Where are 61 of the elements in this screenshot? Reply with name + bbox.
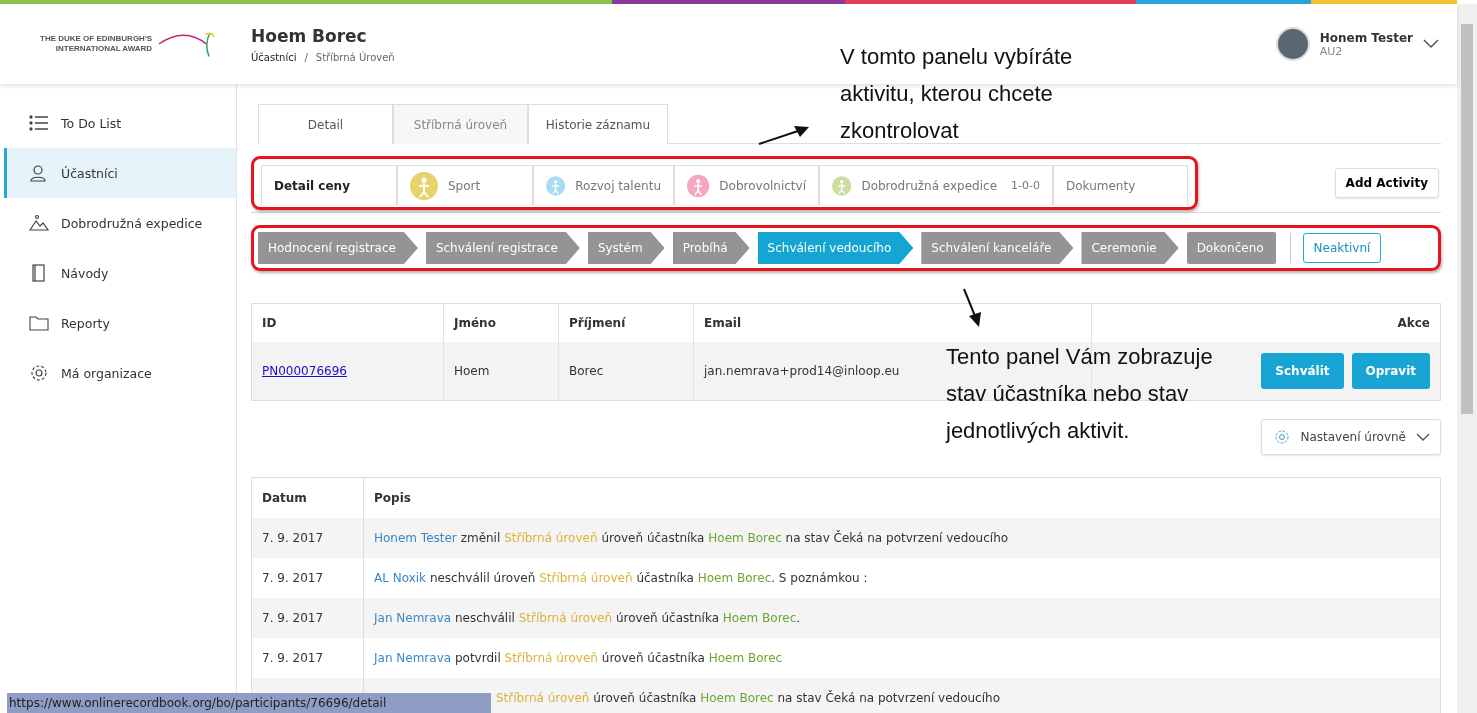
chevron-down-icon [1416, 432, 1430, 442]
sidebar-item[interactable]: Dobrodružná expedice [4, 198, 236, 248]
sidebar-item[interactable]: Návody [4, 248, 236, 298]
table-cell: Borec [559, 342, 694, 400]
annotation-arrow [962, 288, 984, 328]
date-cell: 7. 9. 2017 [262, 651, 324, 665]
settings-icon [1274, 429, 1291, 445]
breadcrumb-separator: / [304, 51, 308, 63]
activity-tab[interactable]: Dobrovolnictví [674, 165, 819, 205]
activity-tab[interactable]: Detail ceny [261, 165, 397, 205]
tab[interactable]: Detail [258, 104, 393, 144]
date-cell: 7. 9. 2017 [262, 571, 324, 585]
level-settings-dropdown[interactable]: Nastavení úrovně [1261, 419, 1441, 455]
sidebar-item[interactable]: To Do List [4, 98, 236, 148]
status-step: Schválení registrace [425, 232, 580, 264]
date-cell: 7. 9. 2017 [262, 531, 324, 545]
sidebar-item[interactable]: Reporty [4, 298, 236, 348]
table-cell: Hoem [444, 342, 559, 400]
activity-tab[interactable]: Dokumenty [1053, 165, 1188, 205]
status-step: Systém [587, 232, 665, 264]
folder-icon [29, 314, 49, 332]
participant-id-link[interactable]: PN000076696 [262, 364, 347, 378]
annotation-arrow [758, 124, 810, 146]
status-step: Probíhá [672, 232, 750, 264]
status-step: Schválení vedoucího [757, 232, 914, 264]
avatar-icon [1275, 27, 1310, 61]
history-entry: AL Noxik neschválil úroveň Stříbrná úroveň účastníka Hoem Borec. S poznámkou : [374, 571, 868, 585]
logo-text: THE DUKE OF EDINBURGH'S [40, 34, 153, 44]
activity-tab[interactable]: Sport [397, 165, 533, 205]
annotation-text: V tomto panelu vybíráte aktivitu, kterou chcete zkontrolovat [840, 43, 1074, 145]
status-step: Schválení kanceláře [921, 232, 1074, 264]
date-cell: 7. 9. 2017 [262, 611, 324, 625]
breadcrumb-link[interactable]: Účastníci [251, 51, 297, 63]
sidebar-item[interactable]: Účastníci [4, 148, 236, 198]
history-entry: Stříbrná úroveň úroveň účastníka Hoem Borec na stav Čeká na potvrzení vedoucího [496, 691, 1000, 705]
status-bar-url: https://www.onlinerecordbook.org/bo/participants/76696/detail [7, 693, 491, 713]
status-step: Ceremonie [1081, 232, 1179, 264]
chevron-down-icon [1423, 39, 1439, 49]
mountain-icon [29, 214, 49, 232]
activity-tab[interactable]: Dobrodružná expedice 1-0-0 [819, 165, 1053, 205]
sidebar-item[interactable]: Má organizace [4, 348, 236, 398]
settings-icon [29, 364, 49, 382]
person-icon [29, 164, 49, 182]
column-header: Popis [373, 491, 412, 505]
activity-tab[interactable]: Rozvoj talentu [533, 165, 674, 205]
column-header: Akce [1396, 315, 1431, 332]
status-step: Hodnocení registrace [258, 232, 418, 264]
history-entry: Jan Nemrava neschválil Stříbrná úroveň úroveň účastníka Hoem Borec. [374, 611, 801, 625]
user-menu[interactable]: Honem Tester AU2 [1275, 27, 1439, 61]
activity-figure-icon [410, 171, 438, 200]
add-activity-button[interactable]: Add Activity [1334, 168, 1439, 198]
history-entry: Jan Nemrava potvrdil Stříbrná úroveň úroveň účastníka Hoem Borec [374, 651, 783, 665]
breadcrumb-current: Stříbrná Úroveň [315, 51, 395, 63]
tab[interactable]: Historie záznamu [528, 104, 668, 144]
status-step: Dokončeno [1186, 232, 1276, 264]
list-icon [29, 114, 49, 132]
annotation-text: Tento panel Vám zobrazuje stav účastníka nebo stav jednotlivých aktivit. [946, 343, 1214, 445]
participant-name: Hoem Borec [251, 25, 368, 46]
scrollbar[interactable] [1457, 4, 1477, 713]
history-entry: Honem Tester změnil Stříbrná úroveň úroveň účastníka Hoem Borec na stav Čeká na potvrzení vedoucího [374, 531, 1009, 545]
logo-text: INTERNATIONAL AWARD [55, 44, 153, 54]
